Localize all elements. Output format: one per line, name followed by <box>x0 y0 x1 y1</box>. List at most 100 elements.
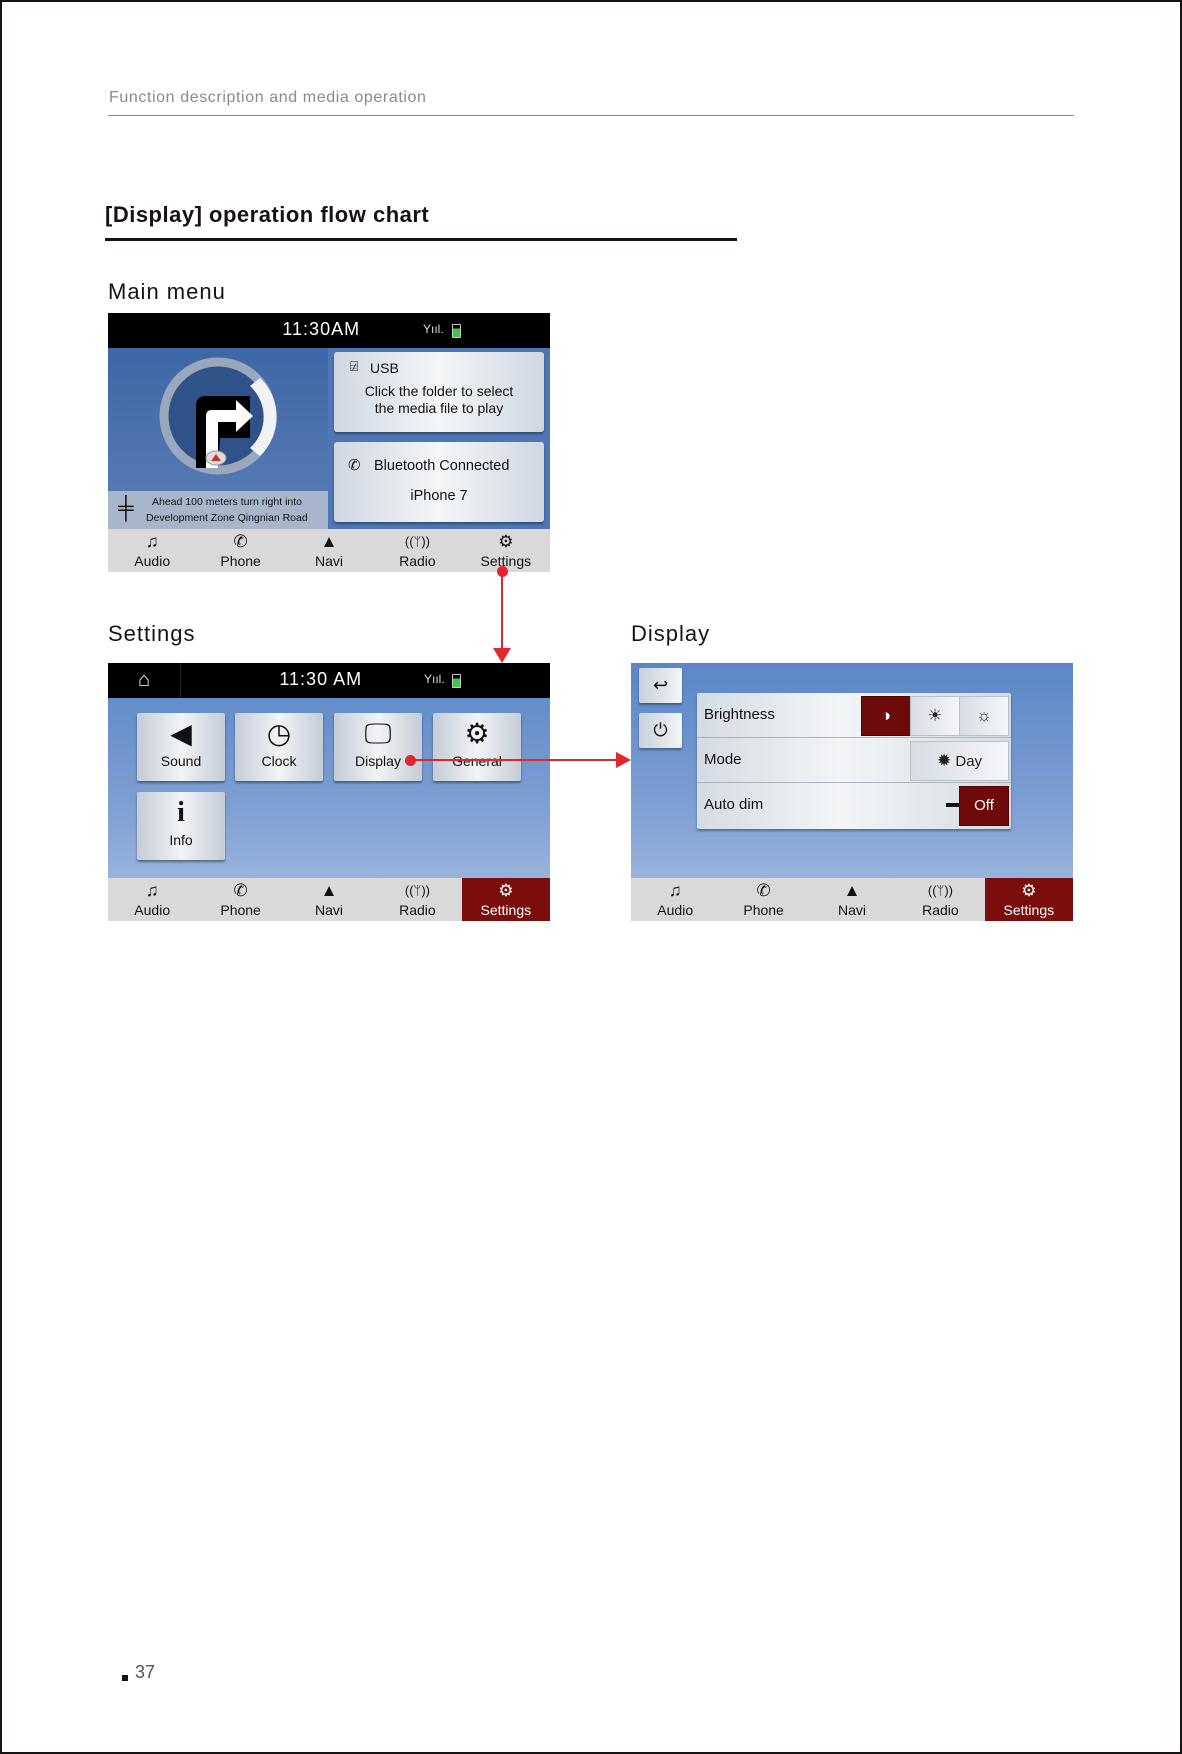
back-arrow-icon: ↩ <box>652 675 669 695</box>
back-button[interactable]: ↩ <box>639 668 682 703</box>
bluetooth-phone-icon: ✆ <box>348 457 361 474</box>
radio-antenna-icon: ((ᛘ)) <box>927 883 953 898</box>
radio-antenna-icon: ((ᛘ)) <box>404 534 430 549</box>
mode-label: Mode <box>704 751 742 768</box>
turn-right-icon <box>159 357 277 475</box>
header-rule <box>108 115 1074 116</box>
battery-icon <box>452 324 461 338</box>
auto-dim-toggle[interactable]: Off <box>959 786 1009 826</box>
page-number: 37 <box>135 1662 156 1682</box>
display-screen: ↩ ⏻ Brightness ◑ ☀ ☼ Mode ✹ Day Auto dim… <box>631 663 1073 921</box>
status-bar: 11:30AM Yııl. <box>108 313 550 348</box>
running-head: Function description and media operation <box>109 89 427 106</box>
brightness-label: Brightness <box>704 706 775 723</box>
power-icon: ⏻ <box>653 720 668 740</box>
usb-line1: Click the folder to select <box>364 383 514 399</box>
usb-icon: ⍯ <box>350 358 359 374</box>
gears-icon: ⚙ <box>498 881 514 900</box>
tile-info[interactable]: i Info <box>137 792 225 860</box>
toggle-track <box>946 803 960 807</box>
nav-instruction: ╪ Ahead 100 meters turn right into Devel… <box>108 491 328 529</box>
clock-time: 11:30AM <box>282 319 361 339</box>
music-note-icon: ♫ <box>145 532 159 551</box>
music-note-icon: ♫ <box>145 881 159 900</box>
auto-dim-label: Auto dim <box>704 796 764 813</box>
brightness-high-button[interactable]: ☼ <box>959 696 1009 736</box>
clock-time: 11:30 AM <box>279 669 363 689</box>
info-icon: i <box>177 797 185 828</box>
bottom-nav: ♫ Audio ✆ Phone ▲ Navi ((ᛘ)) Radio ⚙ Settings <box>631 878 1073 921</box>
usb-card[interactable]: ⍯ USB Click the folder to select the med… <box>334 352 544 432</box>
brightness-medium-button[interactable]: ☀ <box>910 696 960 736</box>
bottom-nav: ♫ Audio ✆ Phone ▲ Navi ((ᛘ)) Radio ⚙ Settings <box>108 529 550 572</box>
power-button[interactable]: ⏻ <box>639 713 682 748</box>
tile-display[interactable]: 🖵 Display <box>334 713 422 781</box>
tile-sound[interactable]: ◀ Sound <box>137 713 225 781</box>
usb-line2: the media file to play <box>374 400 504 416</box>
nav-audio[interactable]: ♫ Audio <box>631 878 719 921</box>
signpost-icon: ╪ <box>118 495 134 520</box>
mode-row: Mode ✹ Day <box>697 738 1011 783</box>
sun-icon: ✹ <box>936 751 952 770</box>
nav-navi[interactable]: ▲ Navi <box>808 878 896 921</box>
phone-icon: ✆ <box>233 532 248 551</box>
battery-icon <box>452 674 461 688</box>
brightness-low-button[interactable]: ◑ <box>861 696 911 736</box>
signal-icon: Yııl. <box>424 672 445 686</box>
music-note-icon: ♫ <box>668 881 682 900</box>
status-bar: ⌂ 11:30 AM Yııl. <box>108 663 550 698</box>
mode-value: Day <box>955 753 983 770</box>
main-menu-screen: 11:30AM Yııl. ╪ Ahead 100 meters turn ri… <box>108 313 550 572</box>
page-number-bullet <box>122 1675 128 1681</box>
nav-settings[interactable]: ⚙ Settings <box>461 878 550 921</box>
signal-icon: Yııl. <box>423 322 444 336</box>
gears-icon: ⚙ <box>464 718 490 749</box>
nav-navi[interactable]: ▲ Navi <box>285 878 373 921</box>
navigation-arrow-icon: ▲ <box>843 881 861 900</box>
display-label: Display <box>631 621 711 646</box>
section-title: [Display] operation flow chart <box>105 202 430 227</box>
phone-icon: ✆ <box>756 881 771 900</box>
flow-arrow-down <box>501 571 503 651</box>
nav-settings[interactable]: ⚙ Settings <box>984 878 1073 921</box>
sun-outline-icon: ☼ <box>976 706 992 725</box>
nav-audio[interactable]: ♫ Audio <box>108 878 196 921</box>
radio-antenna-icon: ((ᛘ)) <box>404 883 430 898</box>
tile-clock[interactable]: ◷ Clock <box>235 713 323 781</box>
tile-general[interactable]: ⚙ General <box>433 713 521 781</box>
nav-instruction-line2: Development Zone Qingnian Road <box>146 512 308 524</box>
mode-button[interactable]: ✹ Day <box>910 741 1009 781</box>
settings-screen: ⌂ 11:30 AM Yııl. ◀ Sound ◷ Clock 🖵 Display … <box>108 663 550 921</box>
nav-navi[interactable]: ▲ Navi <box>285 529 373 572</box>
navigation-arrow-icon: ▲ <box>320 881 338 900</box>
contrast-icon: ◑ <box>880 706 892 725</box>
gears-icon: ⚙ <box>1021 881 1037 900</box>
usb-title: USB <box>370 360 399 376</box>
home-icon[interactable]: ⌂ <box>108 663 181 698</box>
nav-phone[interactable]: ✆ Phone <box>196 878 284 921</box>
nav-radio[interactable]: ((ᛘ)) Radio <box>373 878 461 921</box>
settings-label: Settings <box>108 621 196 646</box>
auto-dim-row: Auto dim Off <box>697 783 1011 827</box>
sun-half-icon: ☀ <box>927 706 943 725</box>
speaker-icon: ◀ <box>170 718 192 749</box>
nav-phone[interactable]: ✆ Phone <box>719 878 807 921</box>
nav-radio[interactable]: ((ᛘ)) Radio <box>896 878 984 921</box>
bottom-nav: ♫ Audio ✆ Phone ▲ Navi ((ᛘ)) Radio ⚙ Settings <box>108 878 550 921</box>
phone-icon: ✆ <box>233 881 248 900</box>
nav-phone[interactable]: ✆ Phone <box>196 529 284 572</box>
clock-icon: ◷ <box>266 718 292 749</box>
navigation-arrow-icon: ▲ <box>320 532 338 551</box>
nav-radio[interactable]: ((ᛘ)) Radio <box>373 529 461 572</box>
bluetooth-card[interactable]: ✆ Bluetooth Connected iPhone 7 <box>334 442 544 522</box>
monitor-icon: 🖵 <box>364 718 392 749</box>
nav-settings[interactable]: ⚙ Settings <box>462 529 550 572</box>
arrowhead-down <box>493 648 511 663</box>
navigation-panel[interactable]: ╪ Ahead 100 meters turn right into Devel… <box>108 348 328 529</box>
bluetooth-device: iPhone 7 <box>410 488 468 504</box>
nav-instruction-line1: Ahead 100 meters turn right into <box>152 496 303 508</box>
display-settings-list: Brightness ◑ ☀ ☼ Mode ✹ Day Auto dim Off <box>697 693 1011 829</box>
gears-icon: ⚙ <box>498 532 514 551</box>
nav-audio[interactable]: ♫ Audio <box>108 529 196 572</box>
arrowhead-right <box>616 752 631 768</box>
